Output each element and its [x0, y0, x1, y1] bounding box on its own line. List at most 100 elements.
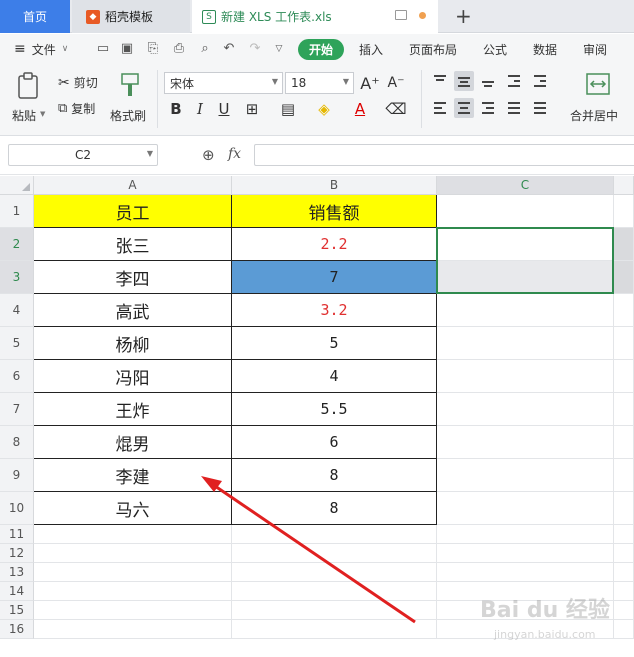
merge-center-button[interactable]: 合并居中 [568, 70, 630, 126]
cell-B15[interactable] [232, 601, 437, 620]
cell-C3[interactable] [437, 261, 614, 294]
tab-review[interactable]: 审阅 [583, 34, 607, 64]
cell-D10[interactable] [614, 492, 634, 525]
row-header-6[interactable]: 6 [0, 360, 34, 393]
cell-D12[interactable] [614, 544, 634, 563]
align-left-icon[interactable] [430, 98, 450, 118]
align-center-icon[interactable] [454, 98, 474, 118]
align-right-icon[interactable] [478, 98, 498, 118]
cell-A4[interactable]: 高武 [34, 294, 232, 327]
print-preview-icon[interactable]: ⌕ [198, 42, 212, 56]
fx-icon[interactable]: fx [228, 146, 241, 162]
quick-access-dropdown-icon[interactable]: ▽ [272, 42, 286, 56]
tab-formula[interactable]: 公式 [483, 34, 507, 64]
redo-icon[interactable]: ↷ [248, 42, 262, 56]
cell-B5[interactable]: 5 [232, 327, 437, 360]
cell-D7[interactable] [614, 393, 634, 426]
row-header-5[interactable]: 5 [0, 327, 34, 360]
formula-input[interactable] [254, 144, 634, 166]
cell-D6[interactable] [614, 360, 634, 393]
cell-A8[interactable]: 焜男 [34, 426, 232, 459]
cut-button[interactable]: ✂ 剪切 [58, 74, 98, 91]
cell-D13[interactable] [614, 563, 634, 582]
row-header-3[interactable]: 3 [0, 261, 34, 294]
format-painter-button[interactable]: 格式刷 [110, 70, 150, 126]
cell-C8[interactable] [437, 426, 614, 459]
cell-D3[interactable] [614, 261, 634, 294]
zoom-search-icon[interactable]: ⊕ [202, 146, 215, 164]
cell-B10[interactable]: 8 [232, 492, 437, 525]
bold-button[interactable]: B [166, 99, 186, 119]
cell-A9[interactable]: 李建 [34, 459, 232, 492]
cell-C1[interactable] [437, 195, 614, 228]
borders-icon[interactable]: ⊞ [242, 99, 262, 119]
cell-B16[interactable] [232, 620, 437, 639]
row-header-13[interactable]: 13 [0, 563, 34, 582]
font-name-select[interactable]: 宋体 ▼ [164, 72, 283, 94]
eraser-icon[interactable]: ⌫ [385, 99, 406, 119]
cell-A3[interactable]: 李四 [34, 261, 232, 294]
cell-B13[interactable] [232, 563, 437, 582]
distribute-icon[interactable] [530, 98, 550, 118]
cell-C11[interactable] [437, 525, 614, 544]
cell-A12[interactable] [34, 544, 232, 563]
row-header-16[interactable]: 16 [0, 620, 34, 639]
cell-A10[interactable]: 马六 [34, 492, 232, 525]
cell-C9[interactable] [437, 459, 614, 492]
new-tab-button[interactable]: + [455, 4, 472, 28]
file-menu[interactable]: ≡ 文件 ∨ [14, 34, 68, 64]
cell-D9[interactable] [614, 459, 634, 492]
cell-D4[interactable] [614, 294, 634, 327]
cell-D1[interactable] [614, 195, 634, 228]
column-header-C[interactable]: C [437, 176, 614, 195]
decrease-indent-icon[interactable] [504, 71, 524, 91]
name-box[interactable]: C2 ▼ [8, 144, 158, 166]
cell-C7[interactable] [437, 393, 614, 426]
row-header-14[interactable]: 14 [0, 582, 34, 601]
cell-D8[interactable] [614, 426, 634, 459]
tab-template[interactable]: ◆ 稻壳模板 [72, 0, 190, 33]
tab-home[interactable]: 首页 [0, 0, 70, 33]
column-header-B[interactable]: B [232, 176, 437, 195]
row-header-4[interactable]: 4 [0, 294, 34, 327]
cell-C5[interactable] [437, 327, 614, 360]
cell-A5[interactable]: 杨柳 [34, 327, 232, 360]
row-header-2[interactable]: 2 [0, 228, 34, 261]
justify-icon[interactable] [504, 98, 524, 118]
cell-B8[interactable]: 6 [232, 426, 437, 459]
tab-start[interactable]: 开始 [298, 34, 345, 64]
font-size-select[interactable]: 18 ▼ [285, 72, 354, 94]
cell-style-icon[interactable]: ▤ [278, 99, 298, 119]
cell-B6[interactable]: 4 [232, 360, 437, 393]
cell-B14[interactable] [232, 582, 437, 601]
cell-A6[interactable]: 冯阳 [34, 360, 232, 393]
cell-B7[interactable]: 5.5 [232, 393, 437, 426]
tab-insert[interactable]: 插入 [359, 34, 383, 64]
cell-C12[interactable] [437, 544, 614, 563]
align-middle-icon[interactable] [454, 71, 474, 91]
save-icon[interactable]: ▣ [120, 42, 134, 56]
font-color-icon[interactable]: A [350, 99, 370, 119]
cell-A14[interactable] [34, 582, 232, 601]
row-header-10[interactable]: 10 [0, 492, 34, 525]
cell-A15[interactable] [34, 601, 232, 620]
open-folder-icon[interactable]: ▭ [96, 42, 110, 56]
underline-button[interactable]: U [214, 99, 234, 119]
cell-A11[interactable] [34, 525, 232, 544]
cell-B11[interactable] [232, 525, 437, 544]
increase-indent-icon[interactable] [530, 71, 550, 91]
cell-C6[interactable] [437, 360, 614, 393]
cell-D5[interactable] [614, 327, 634, 360]
row-header-12[interactable]: 12 [0, 544, 34, 563]
column-header-D[interactable] [614, 176, 634, 195]
tab-data[interactable]: 数据 [533, 34, 557, 64]
decrease-font-icon[interactable]: A⁻ [386, 73, 406, 93]
cell-B2[interactable]: 2.2 [232, 228, 437, 261]
row-header-9[interactable]: 9 [0, 459, 34, 492]
italic-button[interactable]: I [190, 99, 210, 119]
cell-A7[interactable]: 王炸 [34, 393, 232, 426]
copy-button[interactable]: ⧉ 复制 [58, 100, 95, 117]
row-header-8[interactable]: 8 [0, 426, 34, 459]
cell-C10[interactable] [437, 492, 614, 525]
cell-B4[interactable]: 3.2 [232, 294, 437, 327]
